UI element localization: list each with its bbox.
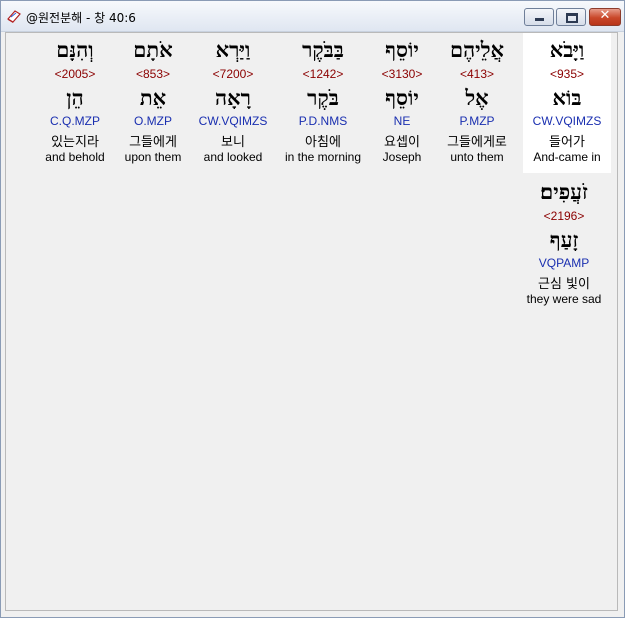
hebrew-root: הֵן (66, 85, 84, 110)
title-bar[interactable]: @원전분해 - 창 40:6 ✕ (1, 1, 624, 32)
hebrew-root: רָאָה (215, 85, 251, 110)
korean-gloss: 들어가 (549, 135, 585, 150)
strong-number: <3130> (381, 67, 423, 81)
morphology-code: C.Q.MZP (50, 114, 100, 128)
word-cell-5[interactable]: וַיַּרְא <7200> רָאָה CW.VQIMZS 보니 and l… (192, 33, 274, 173)
english-gloss: and looked (203, 150, 263, 164)
morphology-code: O.MZP (134, 114, 172, 128)
english-gloss: and behold (45, 150, 105, 164)
maximize-icon (566, 13, 578, 23)
hebrew-root: בֹּקֶר (307, 85, 339, 110)
minimize-icon (535, 18, 544, 21)
strong-number: <853> (135, 67, 171, 81)
strong-number: <2005> (54, 67, 96, 81)
morphology-code: P.D.NMS (298, 114, 348, 128)
morphology-code: P.MZP (459, 114, 495, 128)
korean-gloss: 그들에게로 (447, 135, 507, 150)
hebrew-root: זָעַף (549, 227, 579, 252)
korean-gloss: 근심 빛이 (538, 277, 590, 292)
english-gloss: in the morning (284, 150, 362, 164)
book-icon (7, 10, 21, 23)
korean-gloss: 아침에 (305, 135, 341, 150)
word-cell-6[interactable]: אֹתָם <853> אֵת O.MZP 그들에게 upon them (118, 33, 188, 173)
hebrew-root: יוֹסֵף (385, 85, 419, 110)
word-cell-3[interactable]: יוֹסֵף <3130> יוֹסֵף NE 요셉이 Joseph (370, 33, 434, 173)
strong-number: <413> (459, 67, 495, 81)
morphology-code: VQPAMP (538, 256, 590, 270)
word-cell-1[interactable]: וַיָּבֹא <935> בּוֹא CW.VQIMZS 들어가 And-c… (523, 33, 611, 173)
hebrew-word: זֹעֲפִים׃ (540, 179, 588, 204)
english-gloss: upon them (124, 150, 182, 164)
strong-number: <935> (549, 67, 585, 81)
morphology-code: NE (393, 114, 411, 128)
hebrew-word: וַיָּבֹא (549, 37, 585, 62)
strong-number: <2196> (543, 209, 585, 223)
app-window: @원전분해 - 창 40:6 ✕ וַיָּבֹא <935> בּוֹא CW… (0, 0, 625, 618)
english-gloss: they were sad (526, 292, 602, 306)
morphology-code: CW.VQIMZS (198, 114, 268, 128)
word-cell-8[interactable]: זֹעֲפִים׃ <2196> זָעַף VQPAMP 근심 빛이 they… (517, 175, 611, 315)
close-icon: ✕ (599, 8, 611, 23)
english-gloss: Joseph (382, 150, 422, 164)
strong-number: <7200> (212, 67, 254, 81)
close-button[interactable]: ✕ (589, 8, 621, 26)
interlinear-panel: וַיָּבֹא <935> בּוֹא CW.VQIMZS 들어가 And-c… (5, 32, 618, 611)
korean-gloss: 있는지라 (51, 135, 99, 150)
minimize-button[interactable] (524, 8, 554, 26)
window-title: @원전분해 - 창 40:6 (26, 11, 136, 25)
hebrew-word: וְהִנָּם (56, 37, 94, 62)
word-cell-7[interactable]: וְהִנָּם <2005> הֵן C.Q.MZP 있는지라 and beh… (40, 33, 110, 173)
korean-gloss: 보니 (221, 135, 245, 150)
english-gloss: unto them (450, 150, 504, 164)
hebrew-word: וַיַּרְא (215, 37, 251, 62)
morphology-code: CW.VQIMZS (532, 114, 602, 128)
strong-number: <1242> (302, 67, 344, 81)
korean-gloss: 그들에게 (129, 135, 177, 150)
hebrew-root: אֵת (139, 85, 167, 110)
english-gloss: And-came in (533, 150, 601, 164)
maximize-button[interactable] (556, 8, 586, 26)
word-cell-2[interactable]: אֲלֵיהֶם <413> אֶל P.MZP 그들에게로 unto them (436, 33, 518, 173)
hebrew-root: אֶל (465, 85, 489, 110)
hebrew-word: יוֹסֵף (385, 37, 419, 62)
word-cell-4[interactable]: בַּבֹּקֶר <1242> בֹּקֶר P.D.NMS 아침에 in t… (278, 33, 368, 173)
hebrew-word: בַּבֹּקֶר (302, 37, 344, 62)
hebrew-word: אֹתָם (133, 37, 173, 62)
hebrew-root: בּוֹא (552, 85, 582, 110)
korean-gloss: 요셉이 (384, 135, 420, 150)
hebrew-word: אֲלֵיהֶם (450, 37, 504, 62)
